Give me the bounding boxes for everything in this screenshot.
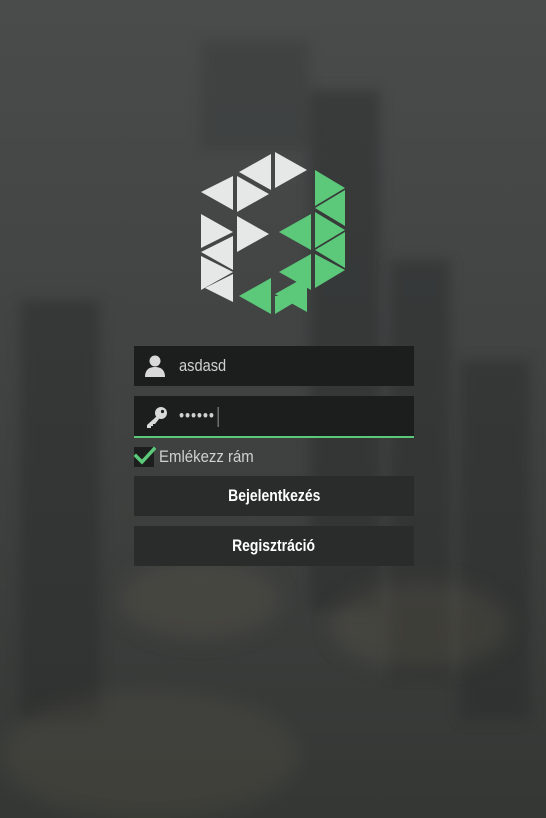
username-field[interactable]: asdasd	[134, 346, 414, 386]
user-icon	[145, 355, 165, 377]
hexagon-logo	[201, 152, 345, 314]
key-icon	[147, 407, 167, 428]
remember-label: Emlékezz rám	[159, 447, 254, 466]
register-button-label: Regisztráció	[232, 536, 316, 555]
password-value: ••••••	[179, 406, 215, 425]
password-field[interactable]: ••••••	[134, 396, 414, 438]
text-caret	[217, 406, 219, 427]
username-value: asdasd	[179, 356, 227, 375]
checkmark-icon	[134, 446, 156, 465]
remember-checkbox[interactable]	[134, 446, 156, 467]
register-button[interactable]: Regisztráció	[134, 526, 414, 566]
login-button-label: Bejelentkezés	[227, 486, 321, 505]
login-button[interactable]: Bejelentkezés	[134, 476, 414, 516]
